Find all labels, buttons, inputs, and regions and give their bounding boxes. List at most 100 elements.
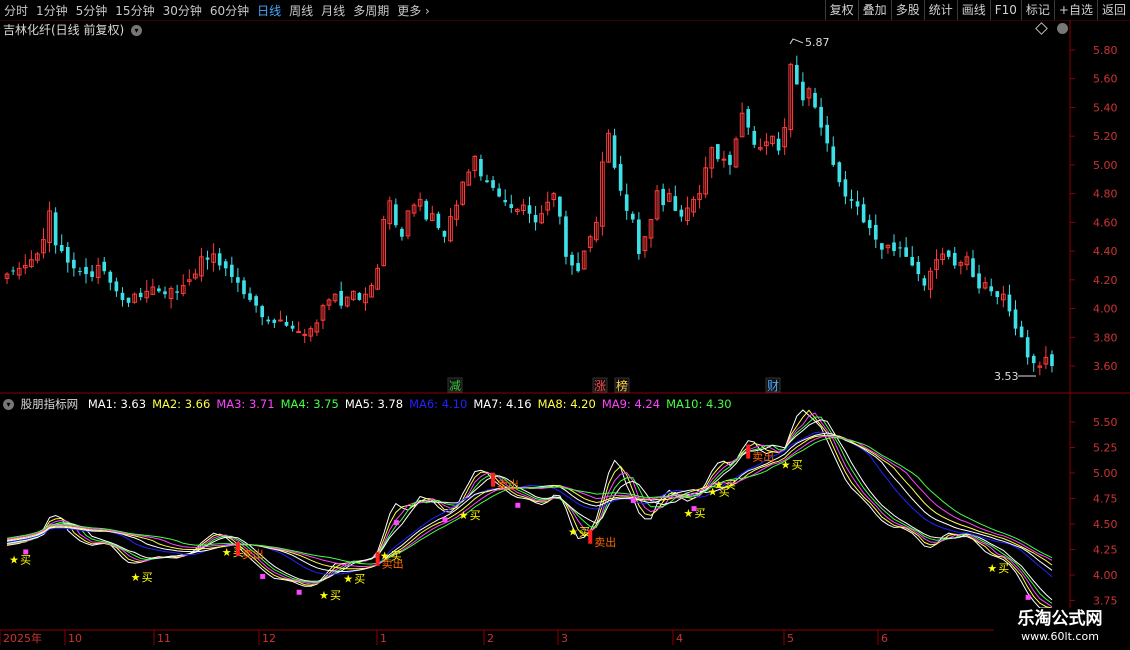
candle-body: [90, 271, 94, 277]
candle-body: [175, 291, 179, 293]
y-tick-label: 5.20: [1093, 130, 1118, 143]
sell-bar: [588, 529, 593, 544]
ma-line: [6, 419, 1053, 601]
candle-body: [509, 204, 514, 208]
candle-body: [661, 188, 665, 206]
candle-body: [290, 325, 295, 329]
signal-dot: [515, 502, 521, 508]
ma-line: [6, 409, 1053, 610]
candle-body: [491, 180, 495, 188]
y-tick-label: 4.50: [1093, 518, 1118, 531]
y-tick-label: 4.00: [1093, 569, 1118, 582]
signal-dot: [393, 520, 399, 526]
candle-body: [1013, 309, 1018, 329]
chevron-down-icon[interactable]: ▾: [3, 399, 14, 410]
signal-dot: [630, 497, 636, 503]
candle-body: [242, 280, 246, 295]
ma-legend: MA1: 3.63 MA2: 3.66 MA3: 3.71 MA4: 3.75 MA5:…: [88, 397, 738, 411]
candle-body: [138, 292, 143, 298]
candle-body: [503, 200, 508, 203]
candle-body: [849, 199, 854, 201]
candle-body: [746, 109, 751, 128]
y-tick-label: 5.60: [1093, 73, 1118, 86]
sell-bar: [491, 472, 496, 487]
candle-body: [679, 209, 684, 217]
indicator-name: 股朋指标网: [20, 397, 79, 411]
ma-line: [6, 432, 1053, 573]
sell-label: 卖出: [594, 535, 616, 549]
x-tick-label: 10: [68, 632, 82, 645]
y-tick-label: 5.80: [1093, 44, 1118, 57]
candle-body: [819, 106, 823, 128]
candle-body: [497, 188, 501, 197]
candle-body: [527, 205, 532, 214]
signal-dot: [23, 549, 29, 555]
candle-body: [843, 179, 848, 197]
candle-body: [272, 319, 277, 323]
annotation-arrow: [789, 38, 804, 45]
candle-body: [533, 214, 538, 223]
x-tick-label: 2025年: [3, 631, 42, 645]
candle-body: [278, 319, 283, 322]
buy-label: 买: [20, 554, 31, 567]
candle-body: [163, 291, 167, 295]
candle-body: [989, 286, 994, 292]
y-tick-label: 5.40: [1093, 101, 1118, 114]
candle-body: [977, 273, 981, 289]
candle-body: [946, 250, 951, 257]
ma-legend-item: MA10: 4.30: [666, 397, 732, 411]
candle-body: [867, 220, 872, 229]
ma-legend-item: MA2: 3.66: [152, 397, 211, 411]
candle-body: [120, 292, 125, 300]
candle-body: [223, 261, 228, 269]
signal-dot: [442, 517, 448, 523]
candle-body: [479, 159, 483, 177]
watermark-logo: 乐淘公式网 www.60lt.com: [994, 608, 1126, 650]
candle-body: [126, 297, 131, 303]
y-tick-label: 5.00: [1093, 467, 1118, 480]
candle-body: [794, 64, 799, 85]
indicator-title: ▾ 股朋指标网 MA1: 3.63 MA2: 3.66 MA3: 3.71 MA4: …: [3, 396, 744, 412]
candle-body: [630, 213, 635, 220]
candle-body: [357, 292, 362, 300]
x-tick-label: 12: [262, 632, 276, 645]
candle-body: [813, 92, 817, 108]
event-label: 财: [767, 379, 779, 393]
y-tick-label: 5.50: [1093, 416, 1118, 429]
ma-legend-item: MA8: 4.20: [537, 397, 596, 411]
candle-body: [892, 242, 896, 252]
ma-line: [6, 416, 1053, 604]
x-tick-label: 2: [487, 632, 494, 645]
candle-body: [916, 261, 921, 275]
buy-star: ★: [222, 546, 232, 559]
candle-body: [855, 201, 860, 207]
candle-body: [424, 200, 429, 220]
candle-body: [558, 196, 562, 217]
buy-label: 买: [998, 562, 1009, 575]
candle-body: [728, 154, 732, 165]
candle-body: [302, 333, 308, 336]
candle-body: [576, 263, 580, 272]
x-tick-label: 1: [380, 632, 387, 645]
candle-body: [266, 319, 271, 322]
candle-body: [752, 130, 757, 145]
ma-legend-item: MA7: 4.16: [473, 397, 532, 411]
buy-star: ★: [131, 571, 141, 584]
signal-dot: [1025, 594, 1031, 600]
buy-label: 买: [470, 509, 481, 522]
candle-body: [898, 247, 902, 249]
ma-line: [6, 431, 1053, 578]
sell-label: 卖出: [752, 450, 774, 464]
candle-body: [78, 271, 82, 273]
candle-body: [570, 254, 574, 266]
candle-body: [339, 290, 343, 306]
candle-body: [716, 144, 720, 160]
candle-body: [922, 278, 927, 286]
candle-body: [53, 212, 58, 246]
y-tick-label: 4.60: [1093, 216, 1118, 229]
sell-bar: [746, 444, 751, 459]
y-tick-label: 5.25: [1093, 442, 1118, 455]
candle-body: [296, 331, 301, 334]
ma-legend-item: MA9: 4.24: [601, 397, 661, 411]
signal-dot: [260, 573, 266, 579]
